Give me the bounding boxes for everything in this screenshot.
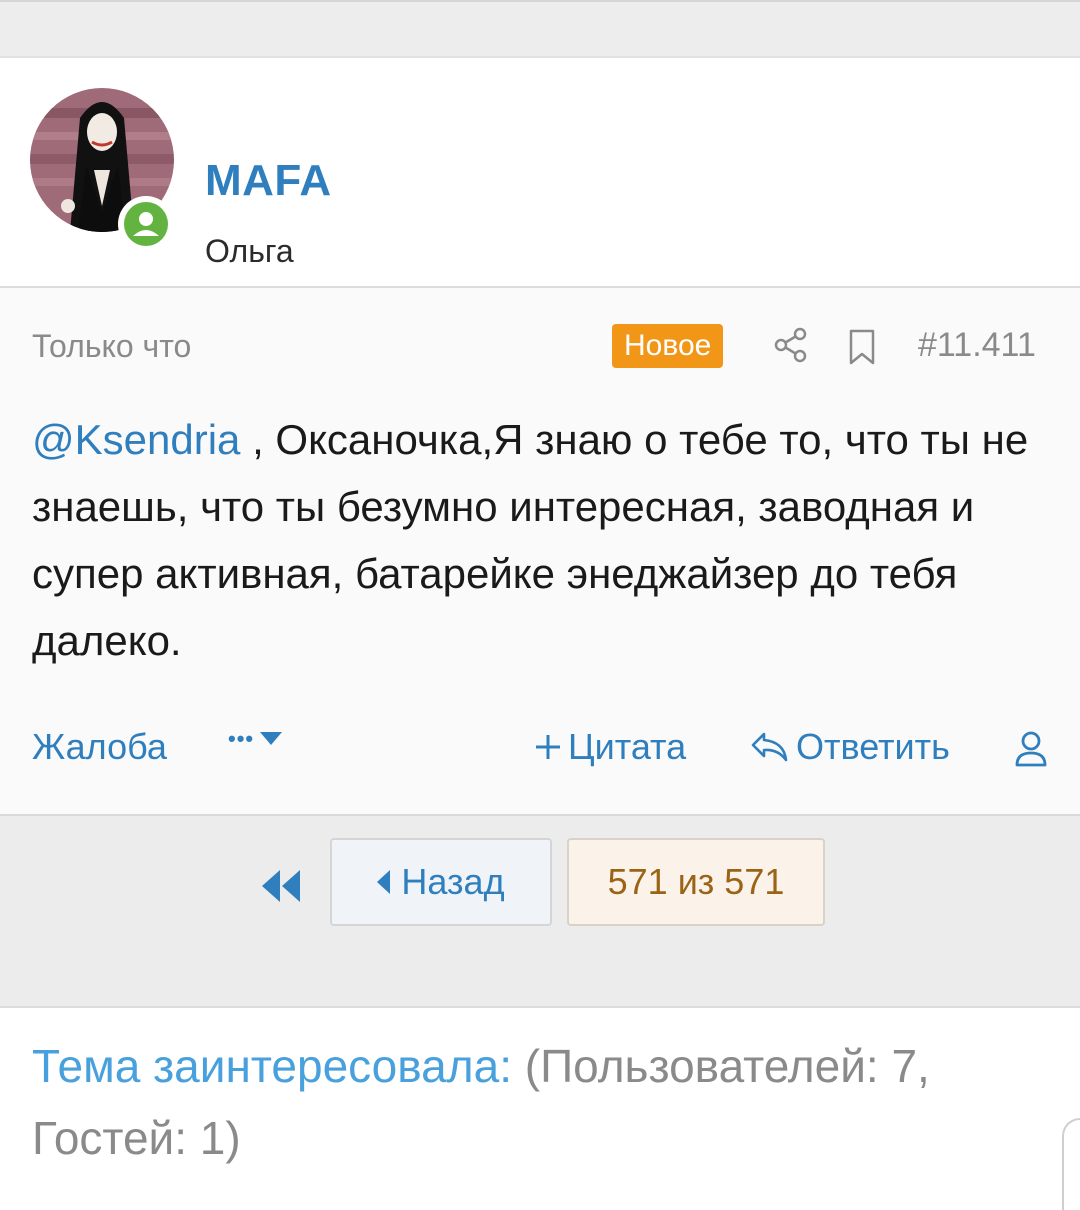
reply-label: Ответить: [796, 726, 950, 767]
chevron-left-icon: [377, 870, 391, 894]
username[interactable]: MAFA: [205, 156, 332, 206]
share-icon[interactable]: [773, 326, 809, 364]
quote-button[interactable]: Цитата: [534, 726, 686, 768]
viewers-label: Тема заинтересовала:: [32, 1040, 512, 1092]
pagination: Назад 571 из 571: [0, 816, 1080, 1008]
top-strip: [0, 0, 1080, 58]
prev-page-button[interactable]: Назад: [330, 838, 552, 926]
new-badge: Новое: [612, 324, 724, 368]
user-title: Ольга: [205, 233, 294, 269]
more-label: •••: [228, 726, 255, 751]
post-message: @Ksendria , Оксаночка,Я знаю о тебе то, …: [32, 406, 1042, 674]
floating-button-edge[interactable]: [1062, 1118, 1080, 1210]
report-label: Жалоба: [32, 726, 167, 767]
quote-label: Цитата: [568, 726, 687, 767]
plus-icon: [536, 735, 560, 759]
bookmark-icon[interactable]: [848, 328, 876, 366]
post: Только что Новое #11.411 @Ksendria , Окс…: [0, 288, 1080, 816]
page-indicator[interactable]: 571 из 571: [567, 838, 825, 926]
user-icon[interactable]: [1014, 730, 1048, 768]
user-mention[interactable]: @Ksendria: [32, 416, 240, 463]
chevron-down-icon: [260, 732, 283, 745]
post-time[interactable]: Только что: [32, 328, 191, 365]
prev-page-label: Назад: [401, 861, 505, 902]
reply-icon: [751, 732, 788, 762]
post-user-block: MAFA Ольга: [0, 58, 1080, 348]
more-menu-button[interactable]: •••: [228, 726, 283, 752]
report-button[interactable]: Жалоба: [32, 726, 167, 768]
thread-viewers: Тема заинтересовала: (Пользователей: 7, …: [32, 1030, 1042, 1174]
user-online-icon: [133, 212, 159, 236]
online-status: [118, 196, 174, 252]
reply-button[interactable]: Ответить: [750, 726, 950, 768]
double-chevron-left-icon[interactable]: [258, 868, 304, 904]
post-number[interactable]: #11.411: [918, 326, 1036, 365]
